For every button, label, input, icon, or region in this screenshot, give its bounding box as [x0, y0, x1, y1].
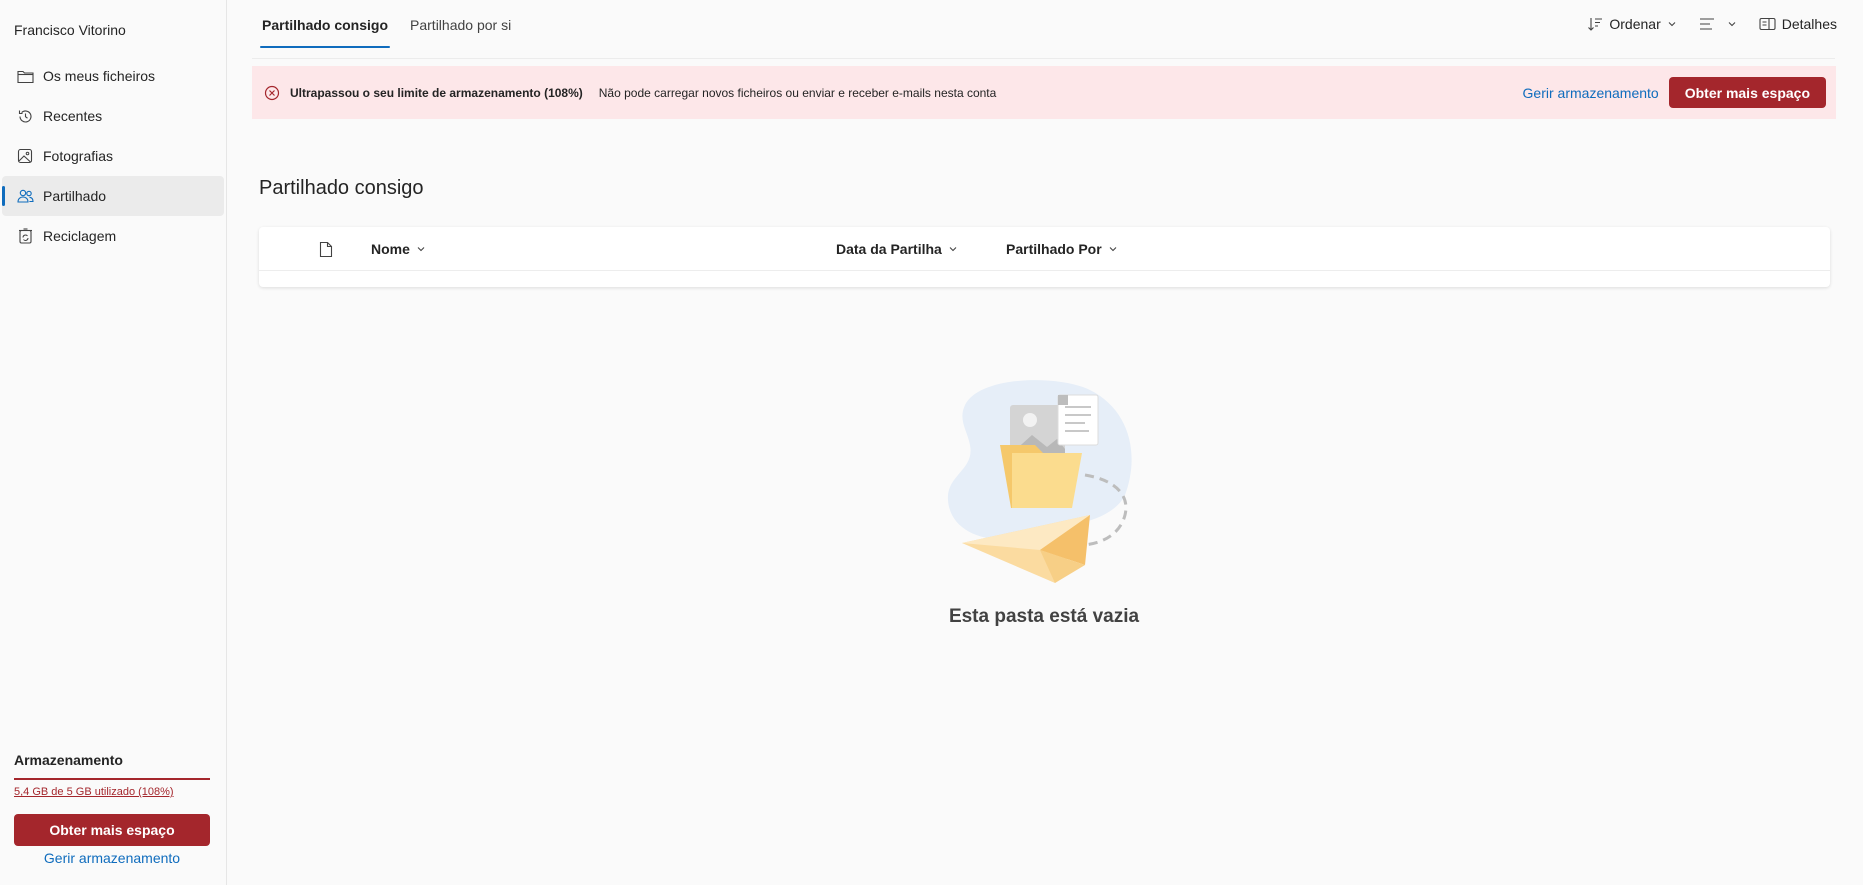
view-options-button[interactable] [1699, 17, 1737, 31]
empty-state-message: Esta pasta está vazia [948, 606, 1140, 627]
recycle-bin-icon [16, 227, 34, 245]
sidebar-item-photos[interactable]: Fotografias [2, 136, 224, 176]
user-name: Francisco Vitorino [14, 22, 126, 38]
sidebar-item-recycle-bin[interactable]: Reciclagem [2, 216, 224, 256]
shared-by-column-header[interactable]: Partilhado Por [1006, 227, 1118, 271]
details-pane-icon [1759, 17, 1776, 31]
storage-progress-bar [14, 778, 210, 780]
view-tabs: Partilhado consigo Partilhado por si [260, 0, 531, 50]
alert-message: Não pode carregar novos ficheiros ou env… [598, 85, 997, 100]
share-date-column-header[interactable]: Data da Partilha [836, 227, 958, 271]
sidebar-item-label: Recentes [43, 108, 103, 124]
file-icon [319, 241, 333, 257]
get-more-storage-button[interactable]: Obter mais espaço [14, 814, 210, 846]
chevron-down-icon [1668, 22, 1676, 27]
table-header: Nome Data da Partilha Partilhado Por [259, 227, 1830, 271]
alert-manage-storage-link[interactable]: Gerir armazenamento [1523, 85, 1659, 101]
history-icon [16, 107, 34, 125]
people-icon [16, 187, 34, 205]
storage-limit-alert: Ultrapassou o seu limite de armazenament… [252, 66, 1836, 119]
details-label: Detalhes [1781, 16, 1837, 32]
sidebar-item-shared[interactable]: Partilhado [2, 176, 224, 216]
column-label: Nome [371, 241, 410, 257]
sort-icon [1588, 18, 1603, 31]
sort-button[interactable]: Ordenar [1587, 16, 1676, 32]
details-button[interactable]: Detalhes [1759, 16, 1837, 32]
empty-folder-illustration [940, 375, 1150, 595]
manage-storage-link[interactable]: Gerir armazenamento [14, 850, 210, 866]
alert-actions: Gerir armazenamento Obter mais espaço [1523, 77, 1826, 108]
header-divider [252, 58, 1835, 59]
chevron-down-icon [1109, 247, 1117, 252]
toolbar: Ordenar Detalhes [1565, 16, 1837, 32]
sidebar-item-recent[interactable]: Recentes [2, 96, 224, 136]
name-column-header[interactable]: Nome [371, 227, 426, 271]
file-type-column-header[interactable] [319, 227, 333, 271]
page-title: Partilhado consigo [259, 177, 424, 199]
column-label: Data da Partilha [836, 241, 942, 257]
sidebar-item-label: Partilhado [43, 188, 107, 204]
alert-get-more-storage-button[interactable]: Obter mais espaço [1668, 77, 1826, 108]
chevron-down-icon [1728, 22, 1736, 27]
sidebar-item-label: Os meus ficheiros [43, 68, 156, 84]
tab-shared-with-you[interactable]: Partilhado consigo [260, 0, 391, 50]
storage-title: Armazenamento [14, 752, 123, 768]
folder-icon [16, 67, 34, 85]
sidebar: Francisco Vitorino Os meus ficheiros Rec… [0, 0, 227, 885]
files-table: Nome Data da Partilha Partilhado Por [259, 227, 1830, 287]
sidebar-item-label: Fotografias [43, 148, 114, 164]
tab-shared-by-you[interactable]: Partilhado por si [408, 0, 513, 50]
chevron-down-icon [949, 247, 957, 252]
sidebar-item-label: Reciclagem [43, 228, 117, 244]
chevron-down-icon [417, 247, 425, 252]
storage-panel: Armazenamento 5,4 GB de 5 GB utilizado (… [14, 752, 210, 866]
list-view-icon [1699, 18, 1714, 30]
sort-label: Ordenar [1609, 16, 1661, 32]
column-label: Partilhado Por [1006, 241, 1102, 257]
sidebar-nav: Os meus ficheiros Recentes Fotografias P… [0, 56, 224, 256]
storage-usage-link[interactable]: 5,4 GB de 5 GB utilizado (108%) [14, 786, 210, 798]
alert-title: Ultrapassou o seu limite de armazenament… [290, 85, 583, 100]
error-icon [264, 85, 280, 101]
sidebar-item-my-files[interactable]: Os meus ficheiros [2, 56, 224, 96]
photo-icon [16, 147, 34, 165]
